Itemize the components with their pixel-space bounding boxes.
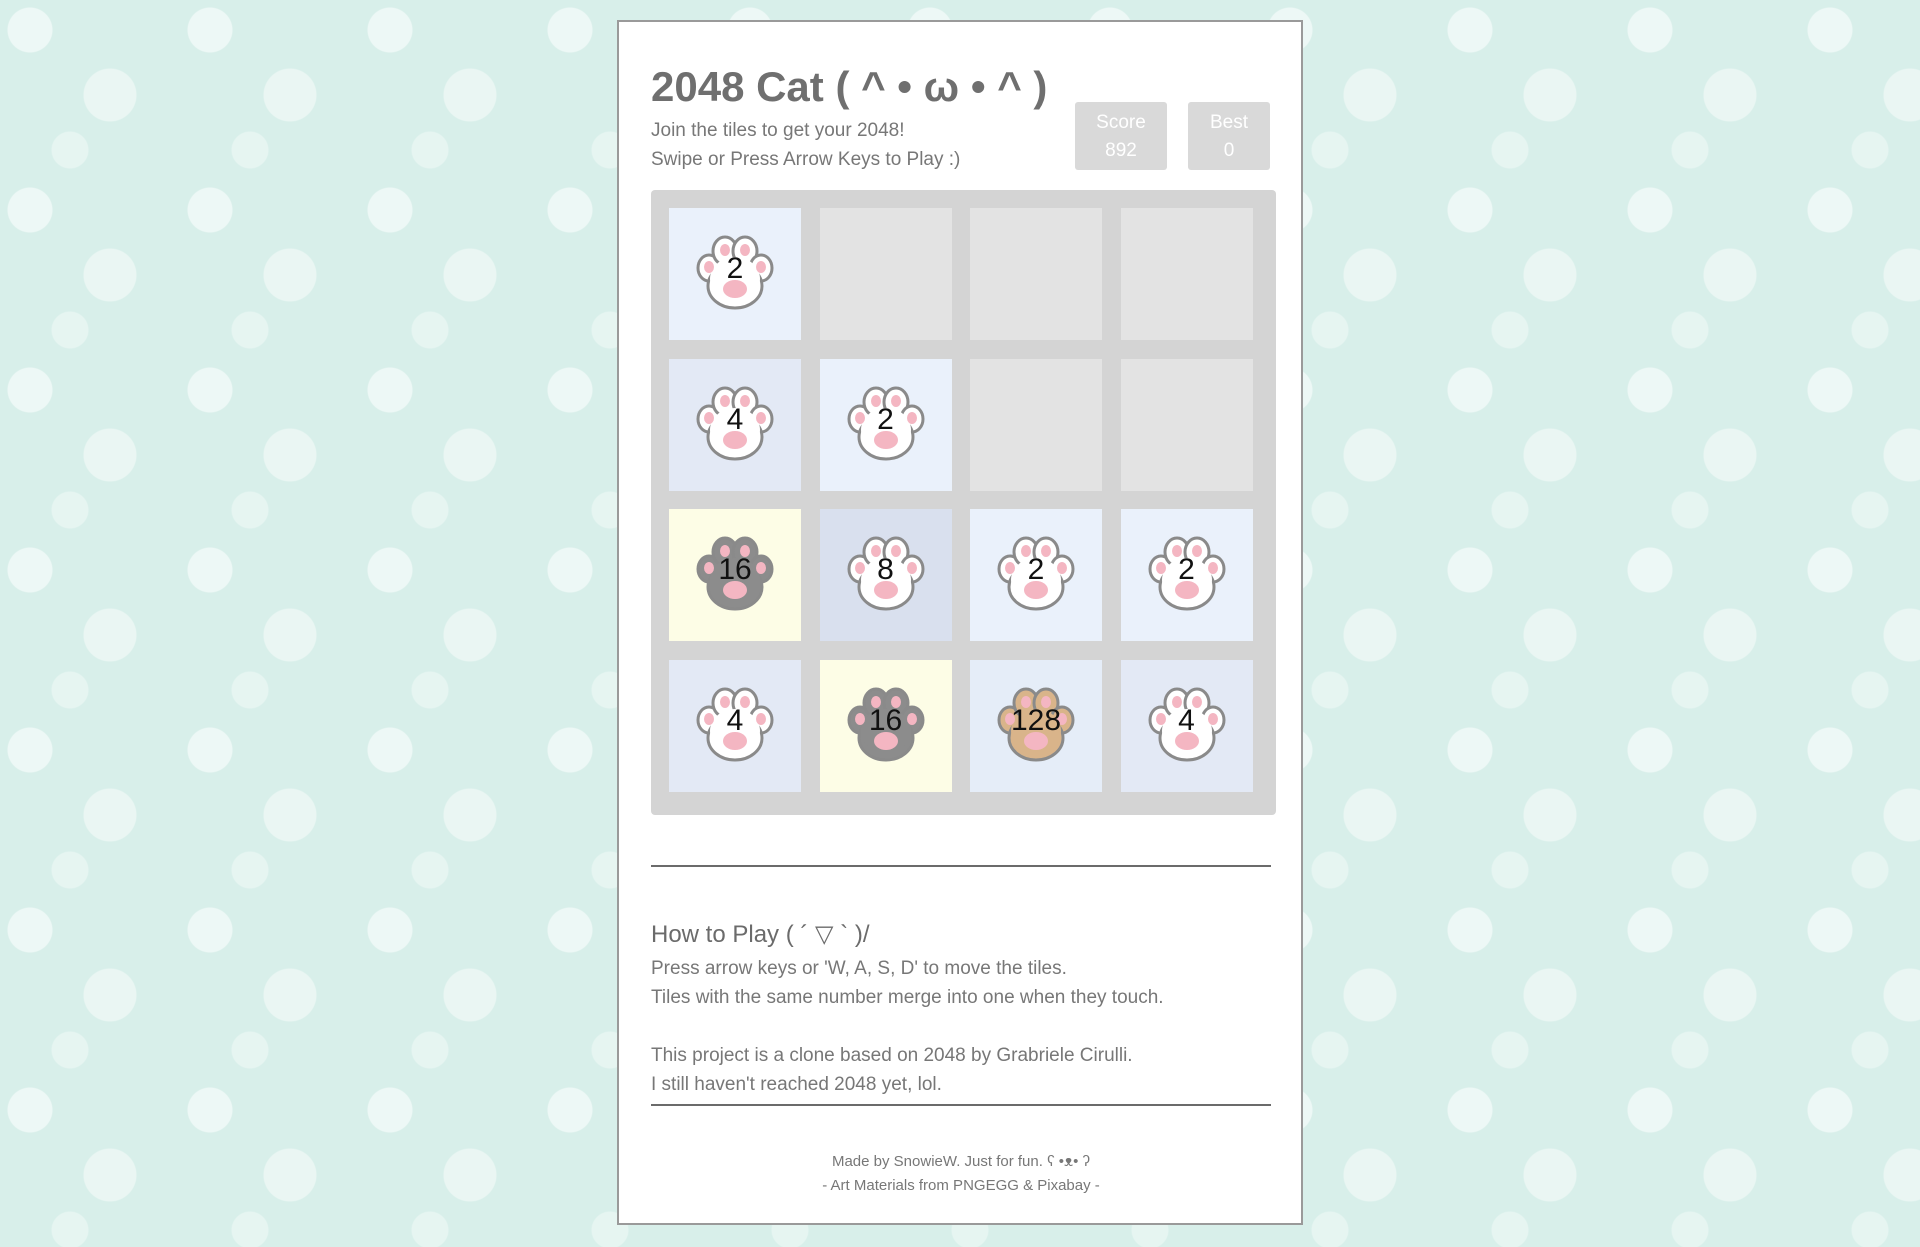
tile-paw: 2	[996, 535, 1076, 615]
tile-2: 2	[669, 208, 801, 340]
game-board[interactable]: 2 4 2 16 8 2 2 4 16 128 4	[651, 190, 1276, 815]
tile-value: 16	[868, 703, 903, 737]
best-value: 0	[1223, 140, 1235, 161]
empty-cell	[819, 208, 952, 340]
tile-value: 4	[726, 402, 744, 436]
tile-paw: 4	[695, 385, 775, 465]
credit-line-1: This project is a clone based on 2048 by…	[651, 1045, 1133, 1066]
subtitle: Join the tiles to get your 2048! Swipe o…	[651, 116, 1271, 174]
tile-4: 4	[1120, 659, 1253, 792]
tile-value: 8	[877, 553, 894, 586]
header: 2048 Cat ( ^ • ω • ^ ) Join the tiles to…	[651, 62, 1271, 174]
tile-8: 8	[819, 509, 952, 641]
footer-author: Made by SnowieW. Just for fun. ʕ •ᴥ• ʔ	[831, 1153, 1091, 1170]
tile-value: 2	[1027, 553, 1045, 586]
divider-top	[651, 865, 1271, 867]
tile-paw: 2	[695, 234, 775, 314]
divider-bottom	[651, 1104, 1271, 1106]
tile-paw: 16	[695, 535, 775, 615]
tile-paw: 2	[846, 385, 926, 465]
tile-paw: 2	[1147, 535, 1227, 615]
credit-line-2: I still haven't reached 2048 yet, lol.	[651, 1074, 942, 1095]
tile-128: 128	[970, 659, 1102, 792]
tile-paw: 4	[1147, 686, 1227, 766]
how-to-play-section: How to Play ( ´ ▽ ` )/ Press arrow keys …	[651, 920, 1271, 1099]
tile-paw: 4	[695, 686, 775, 766]
empty-cell	[970, 358, 1102, 491]
tile-value: 2	[1178, 553, 1195, 586]
tile-16: 16	[819, 659, 952, 792]
tile-2: 2	[1120, 509, 1253, 641]
subtitle-line-2: Swipe or Press Arrow Keys to Play :)	[651, 149, 961, 171]
tile-value: 2	[877, 402, 894, 436]
tile-2: 2	[819, 358, 952, 491]
tile-2: 2	[970, 509, 1102, 641]
how-to-play-heading: How to Play ( ´ ▽ ` )/	[651, 921, 870, 948]
tile-16: 16	[669, 509, 801, 641]
score-label: Score	[1096, 112, 1146, 133]
instruction-line-2: Tiles with the same number merge into on…	[651, 987, 1164, 1008]
tile-value: 2	[726, 252, 744, 285]
subtitle-line-1: Join the tiles to get your 2048!	[651, 120, 905, 142]
score-box: Score 892	[1075, 102, 1167, 170]
tile-paw: 8	[846, 535, 926, 615]
empty-cell	[1120, 208, 1253, 340]
tile-value: 4	[1178, 703, 1195, 737]
instruction-line-1: Press arrow keys or 'W, A, S, D' to move…	[651, 958, 1067, 979]
footer-art-credit: - Art Materials from PNGEGG & Pixabay -	[822, 1177, 1100, 1194]
footer: Made by SnowieW. Just for fun. ʕ •ᴥ• ʔ -…	[651, 1150, 1271, 1198]
game-title: 2048 Cat ( ^ • ω • ^ )	[651, 63, 1048, 110]
tile-paw: 16	[846, 686, 926, 766]
best-score-box: Best 0	[1188, 102, 1270, 170]
tile-paw: 128	[996, 686, 1076, 766]
game-panel: 2048 Cat ( ^ • ω • ^ ) Join the tiles to…	[617, 20, 1303, 1225]
empty-cell	[1120, 358, 1253, 491]
tile-value: 4	[726, 703, 744, 737]
score-value: 892	[1105, 140, 1137, 161]
empty-cell	[970, 208, 1102, 340]
tile-4: 4	[669, 659, 801, 792]
tile-value: 16	[718, 553, 752, 586]
tile-value: 128	[1010, 703, 1062, 737]
best-label: Best	[1209, 112, 1249, 133]
tile-4: 4	[669, 358, 801, 491]
